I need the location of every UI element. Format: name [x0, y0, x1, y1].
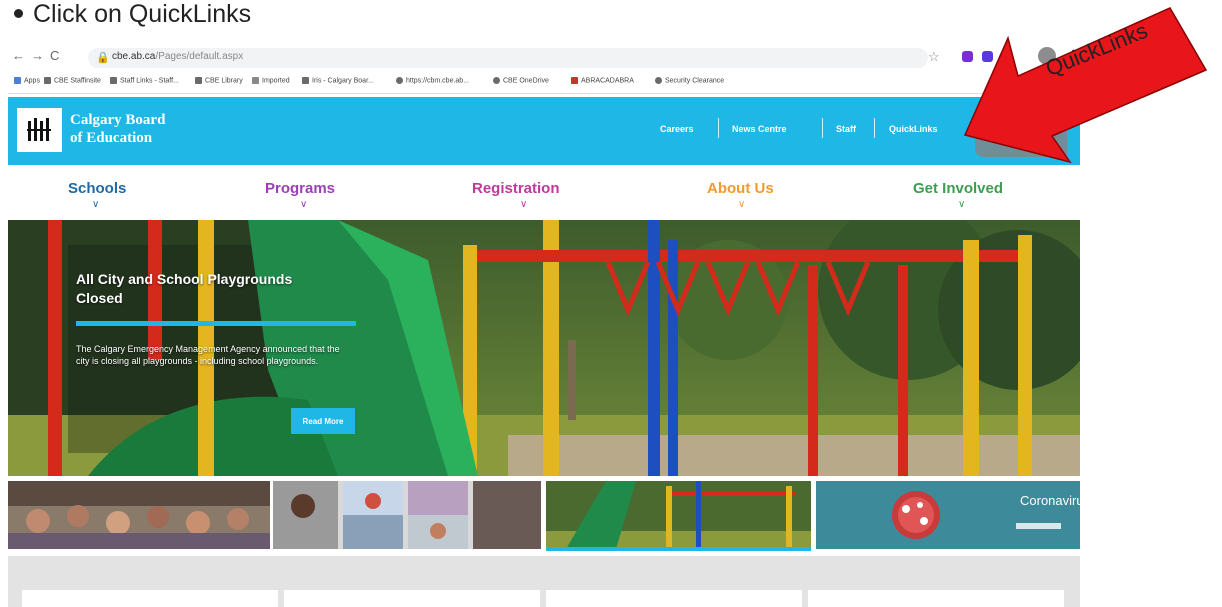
nav-get-involved[interactable]: Get Involved: [913, 180, 1003, 197]
playground-thumb-photo: [546, 481, 811, 549]
coronavirus-label: Coronavirus: [1020, 493, 1091, 508]
globe-icon: [655, 77, 662, 84]
top-link-quicklinks[interactable]: QuickLinks: [889, 124, 938, 134]
staff-collage-photo: [273, 481, 541, 549]
bookmark-folder[interactable]: Imported: [252, 77, 290, 84]
hero-body: The Calgary Emergency Management Agency …: [76, 344, 340, 366]
students-photo: [8, 481, 270, 549]
cbe-logo[interactable]: [17, 108, 62, 152]
bookmark-icon: [110, 77, 117, 84]
bookmark-icon: [302, 77, 309, 84]
content-card[interactable]: [22, 590, 278, 607]
bookmark-item[interactable]: CBE Library: [195, 77, 243, 84]
chevron-down-icon: ∨: [92, 199, 100, 210]
divider: [822, 118, 823, 138]
bookmark-item[interactable]: CBE Staffinsite: [44, 77, 101, 84]
bookmark-item[interactable]: CBE OneDrive: [493, 77, 549, 84]
nav-registration[interactable]: Registration: [472, 180, 560, 197]
nav-schools[interactable]: Schools: [68, 180, 126, 197]
thumbnail-staff[interactable]: [273, 481, 541, 549]
bookmark-apps[interactable]: Apps: [14, 77, 40, 84]
nav-programs[interactable]: Programs: [265, 180, 335, 197]
cbe-logo-icon: [26, 118, 51, 141]
url-text[interactable]: cbe.ab.ca/Pages/default.aspx: [112, 51, 243, 62]
bookmark-item[interactable]: Staff Links - Staff...: [110, 77, 179, 84]
chevron-down-icon: ∨: [958, 199, 966, 210]
thumbnail-students[interactable]: [8, 481, 270, 549]
bookmark-item[interactable]: Security Clearance: [655, 77, 724, 84]
bookmark-star-icon[interactable]: ☆: [928, 49, 940, 65]
active-slide-indicator: [546, 547, 811, 551]
top-link-news-centre[interactable]: News Centre: [732, 124, 787, 134]
bookmark-icon: [195, 77, 202, 84]
bullet-icon: [14, 8, 23, 18]
content-card[interactable]: [808, 590, 1064, 607]
content-card[interactable]: [546, 590, 802, 607]
brand-line1: Calgary Board: [70, 112, 166, 128]
brand-line2: of Education: [70, 130, 153, 146]
divider: [718, 118, 719, 138]
bookmark-item[interactable]: Iris - Calgary Boar...: [302, 77, 374, 84]
content-card[interactable]: [284, 590, 540, 607]
hero-title[interactable]: All City and School Playgrounds Closed: [76, 270, 336, 308]
globe-icon: [493, 77, 500, 84]
top-link-staff[interactable]: Staff: [836, 124, 856, 134]
top-link-careers[interactable]: Careers: [660, 124, 694, 134]
apps-icon: [14, 77, 21, 84]
read-more-button[interactable]: Read More: [291, 408, 355, 434]
folder-icon: [252, 77, 259, 84]
instruction-text: Click on QuickLinks: [33, 0, 252, 28]
chevron-down-icon: ∨: [300, 199, 308, 210]
bookmark-item[interactable]: ABRACADABRA: [571, 77, 634, 84]
globe-icon: [396, 77, 403, 84]
abracadabra-icon: [571, 77, 578, 84]
bookmark-item[interactable]: https://cbm.cbe.ab...: [396, 77, 469, 84]
chevron-down-icon: ∨: [520, 199, 528, 210]
coronavirus-graphic: [816, 481, 1080, 549]
hero-accent-rule: [76, 321, 356, 326]
nav-about-us[interactable]: About Us: [707, 180, 774, 197]
chevron-down-icon: ∨: [738, 199, 746, 210]
red-arrow-annotation: [963, 7, 1208, 164]
lock-icon: 🔒: [96, 52, 110, 64]
slide-instruction: Click on QuickLinks: [14, 0, 251, 29]
divider: [874, 118, 875, 138]
thumbnail-playground[interactable]: [546, 481, 811, 549]
site-brand[interactable]: Calgary Board of Education: [70, 111, 165, 147]
thumbnail-coronavirus[interactable]: [816, 481, 1080, 549]
bookmark-icon: [44, 77, 51, 84]
url-path: /Pages/default.aspx: [155, 51, 244, 62]
browser-nav-buttons[interactable]: ←→C: [12, 48, 65, 63]
url-host: cbe.ab.ca: [112, 51, 156, 62]
